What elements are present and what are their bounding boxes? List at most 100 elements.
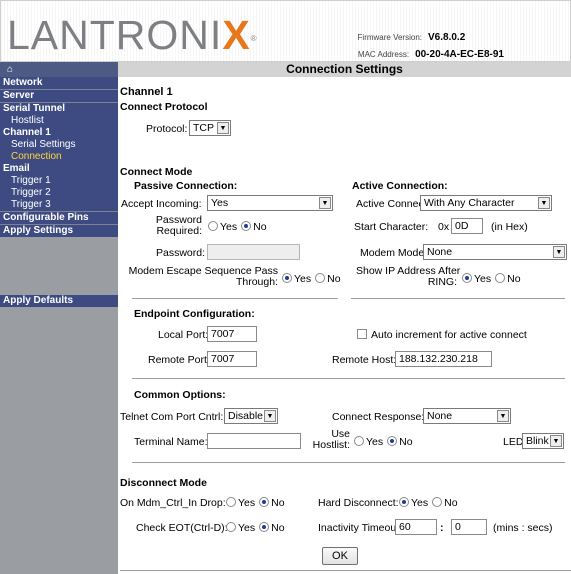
led-select[interactable]: Blink ▼ bbox=[522, 433, 564, 449]
connect-response-select[interactable]: None ▼ bbox=[423, 408, 511, 424]
password-input[interactable] bbox=[207, 244, 300, 260]
chevron-down-icon: ▼ bbox=[264, 410, 276, 422]
sidebar-item-apply-defaults[interactable]: Apply Defaults bbox=[0, 295, 118, 307]
firmware-value: V6.8.0.2 bbox=[428, 32, 466, 43]
auto-increment: Auto increment for active connect bbox=[357, 329, 527, 341]
check-eot-no-radio[interactable] bbox=[259, 522, 270, 532]
start-character-label: Start Character: bbox=[354, 221, 429, 233]
sidebar-item-configurable-pins[interactable]: Configurable Pins bbox=[0, 212, 118, 224]
show-ip-yes-radio[interactable] bbox=[462, 273, 472, 283]
telnet-select[interactable]: Disable ▼ bbox=[224, 408, 278, 424]
terminal-name-input[interactable] bbox=[207, 433, 301, 449]
disconnect-mode-heading: Disconnect Mode bbox=[120, 477, 207, 489]
ok-button[interactable]: OK bbox=[322, 547, 358, 565]
sidebar-item-hostlist[interactable]: Hostlist bbox=[0, 115, 118, 127]
chevron-down-icon: ▼ bbox=[217, 122, 229, 134]
connect-response-value: None bbox=[427, 410, 453, 422]
remote-host-label: Remote Host: bbox=[332, 354, 397, 366]
common-options-heading: Common Options: bbox=[134, 389, 226, 401]
chevron-down-icon: ▼ bbox=[497, 410, 509, 422]
inactivity-minutes-input[interactable]: 60 bbox=[395, 519, 437, 535]
header: LANTRONIX® Firmware Version: V6.8.0.2 MAC… bbox=[0, 0, 571, 62]
sidebar-item-connection[interactable]: Connection bbox=[0, 151, 118, 163]
divider bbox=[132, 462, 565, 463]
protocol-select[interactable]: TCP ▼ bbox=[189, 120, 231, 136]
mdm-drop-radios: Yes No bbox=[222, 497, 285, 509]
channel-heading: Channel 1 bbox=[120, 86, 173, 98]
divider bbox=[132, 298, 338, 299]
accept-incoming-select[interactable]: Yes ▼ bbox=[207, 195, 333, 211]
show-ip-no-radio[interactable] bbox=[495, 273, 506, 283]
sidebar-item-apply-settings[interactable]: Apply Settings bbox=[0, 225, 118, 237]
accept-incoming-value: Yes bbox=[211, 197, 229, 209]
chevron-down-icon: ▼ bbox=[319, 197, 331, 209]
remote-host-input[interactable]: 188.132.230.218 bbox=[395, 351, 492, 367]
password-required-radios: Yes No bbox=[204, 221, 267, 233]
chevron-down-icon: ▼ bbox=[538, 197, 550, 209]
start-character-suffix: (in Hex) bbox=[491, 221, 528, 233]
hard-disconnect-no-radio[interactable] bbox=[432, 497, 443, 507]
chevron-down-icon: ▼ bbox=[553, 246, 565, 258]
check-eot-label: Check EOT(Ctrl-D): bbox=[136, 522, 228, 534]
sidebar-item-trigger-2[interactable]: Trigger 2 bbox=[0, 187, 118, 199]
mac-value: 00-20-4A-EC-E8-91 bbox=[415, 49, 504, 60]
accept-incoming-label: Accept Incoming: bbox=[121, 198, 202, 210]
use-hostlist-yes-radio[interactable] bbox=[354, 436, 364, 446]
inactivity-seconds-input[interactable]: 0 bbox=[451, 519, 487, 535]
password-label: Password: bbox=[156, 247, 206, 259]
modem-escape-no-radio[interactable] bbox=[315, 273, 326, 283]
divider bbox=[132, 378, 565, 379]
mdm-drop-no-radio[interactable] bbox=[259, 497, 270, 507]
modem-mode-label: Modem Mode: bbox=[360, 247, 428, 259]
hard-disconnect-yes-radio[interactable] bbox=[399, 497, 409, 507]
divider bbox=[120, 570, 571, 571]
sidebar-item-serial-settings[interactable]: Serial Settings bbox=[0, 139, 118, 151]
remote-port-input[interactable]: 7007 bbox=[207, 351, 257, 367]
sidebar-item-trigger-3[interactable]: Trigger 3 bbox=[0, 199, 118, 211]
active-connection-heading: Active Connection: bbox=[352, 180, 448, 192]
sidebar-item-server[interactable]: Server bbox=[0, 90, 118, 102]
auto-increment-checkbox[interactable] bbox=[357, 329, 367, 339]
start-character-input[interactable]: 0D bbox=[451, 218, 483, 234]
auto-increment-label: Auto increment for active connect bbox=[371, 329, 527, 341]
modem-mode-select[interactable]: None ▼ bbox=[423, 244, 567, 260]
lantronix-logo: LANTRONIX® bbox=[7, 12, 258, 58]
show-ip-radios: Yes No bbox=[458, 273, 521, 285]
modem-escape-yes-radio[interactable] bbox=[282, 273, 292, 283]
show-ip-label: Show IP Address After RING: bbox=[356, 265, 461, 288]
telnet-label: Telnet Com Port Cntrl: bbox=[120, 411, 224, 423]
mdm-drop-yes-radio[interactable] bbox=[226, 497, 236, 507]
firmware-info: Firmware Version: V6.8.0.2 MAC Address: 00… bbox=[358, 29, 504, 63]
hard-disconnect-label: Hard Disconnect: bbox=[318, 497, 399, 509]
sidebar: ⌂ Network Server Serial Tunnel Hostlist … bbox=[0, 62, 118, 574]
terminal-name-label: Terminal Name: bbox=[134, 436, 208, 448]
mdm-drop-label: On Mdm_Ctrl_In Drop: bbox=[120, 497, 226, 509]
sidebar-item-email[interactable]: Email bbox=[0, 163, 118, 175]
sidebar-item-serial-tunnel[interactable]: Serial Tunnel bbox=[0, 103, 118, 115]
hard-disconnect-radios: Yes No bbox=[395, 497, 458, 509]
local-port-label: Local Port: bbox=[158, 329, 209, 341]
use-hostlist-no-radio[interactable] bbox=[387, 436, 398, 446]
use-hostlist-radios: Yes No bbox=[350, 436, 413, 448]
inactivity-separator: : bbox=[440, 522, 444, 534]
modem-mode-value: None bbox=[427, 246, 453, 258]
protocol-label: Protocol: bbox=[146, 123, 188, 135]
active-connect-select[interactable]: With Any Character ▼ bbox=[420, 195, 552, 211]
firmware-label: Firmware Version: bbox=[357, 33, 422, 42]
home-icon[interactable]: ⌂ bbox=[0, 62, 118, 77]
modem-escape-radios: Yes No bbox=[278, 273, 341, 285]
page-title: Connection Settings bbox=[118, 62, 571, 77]
sidebar-item-network[interactable]: Network bbox=[0, 77, 118, 89]
password-required-no-radio[interactable] bbox=[241, 221, 252, 231]
inactivity-timeout-label: Inactivity Timeout: bbox=[318, 522, 403, 534]
local-port-input[interactable]: 7007 bbox=[207, 326, 257, 342]
chevron-down-icon: ▼ bbox=[550, 435, 562, 447]
check-eot-yes-radio[interactable] bbox=[226, 522, 236, 532]
sidebar-item-trigger-1[interactable]: Trigger 1 bbox=[0, 175, 118, 187]
divider bbox=[351, 298, 565, 299]
password-required-yes-radio[interactable] bbox=[208, 221, 218, 231]
protocol-value: TCP bbox=[193, 122, 214, 134]
led-value: Blink bbox=[526, 435, 549, 447]
sidebar-item-channel-1[interactable]: Channel 1 bbox=[0, 127, 118, 139]
main-content: Connection Settings Channel 1 Connect Pr… bbox=[118, 62, 571, 574]
